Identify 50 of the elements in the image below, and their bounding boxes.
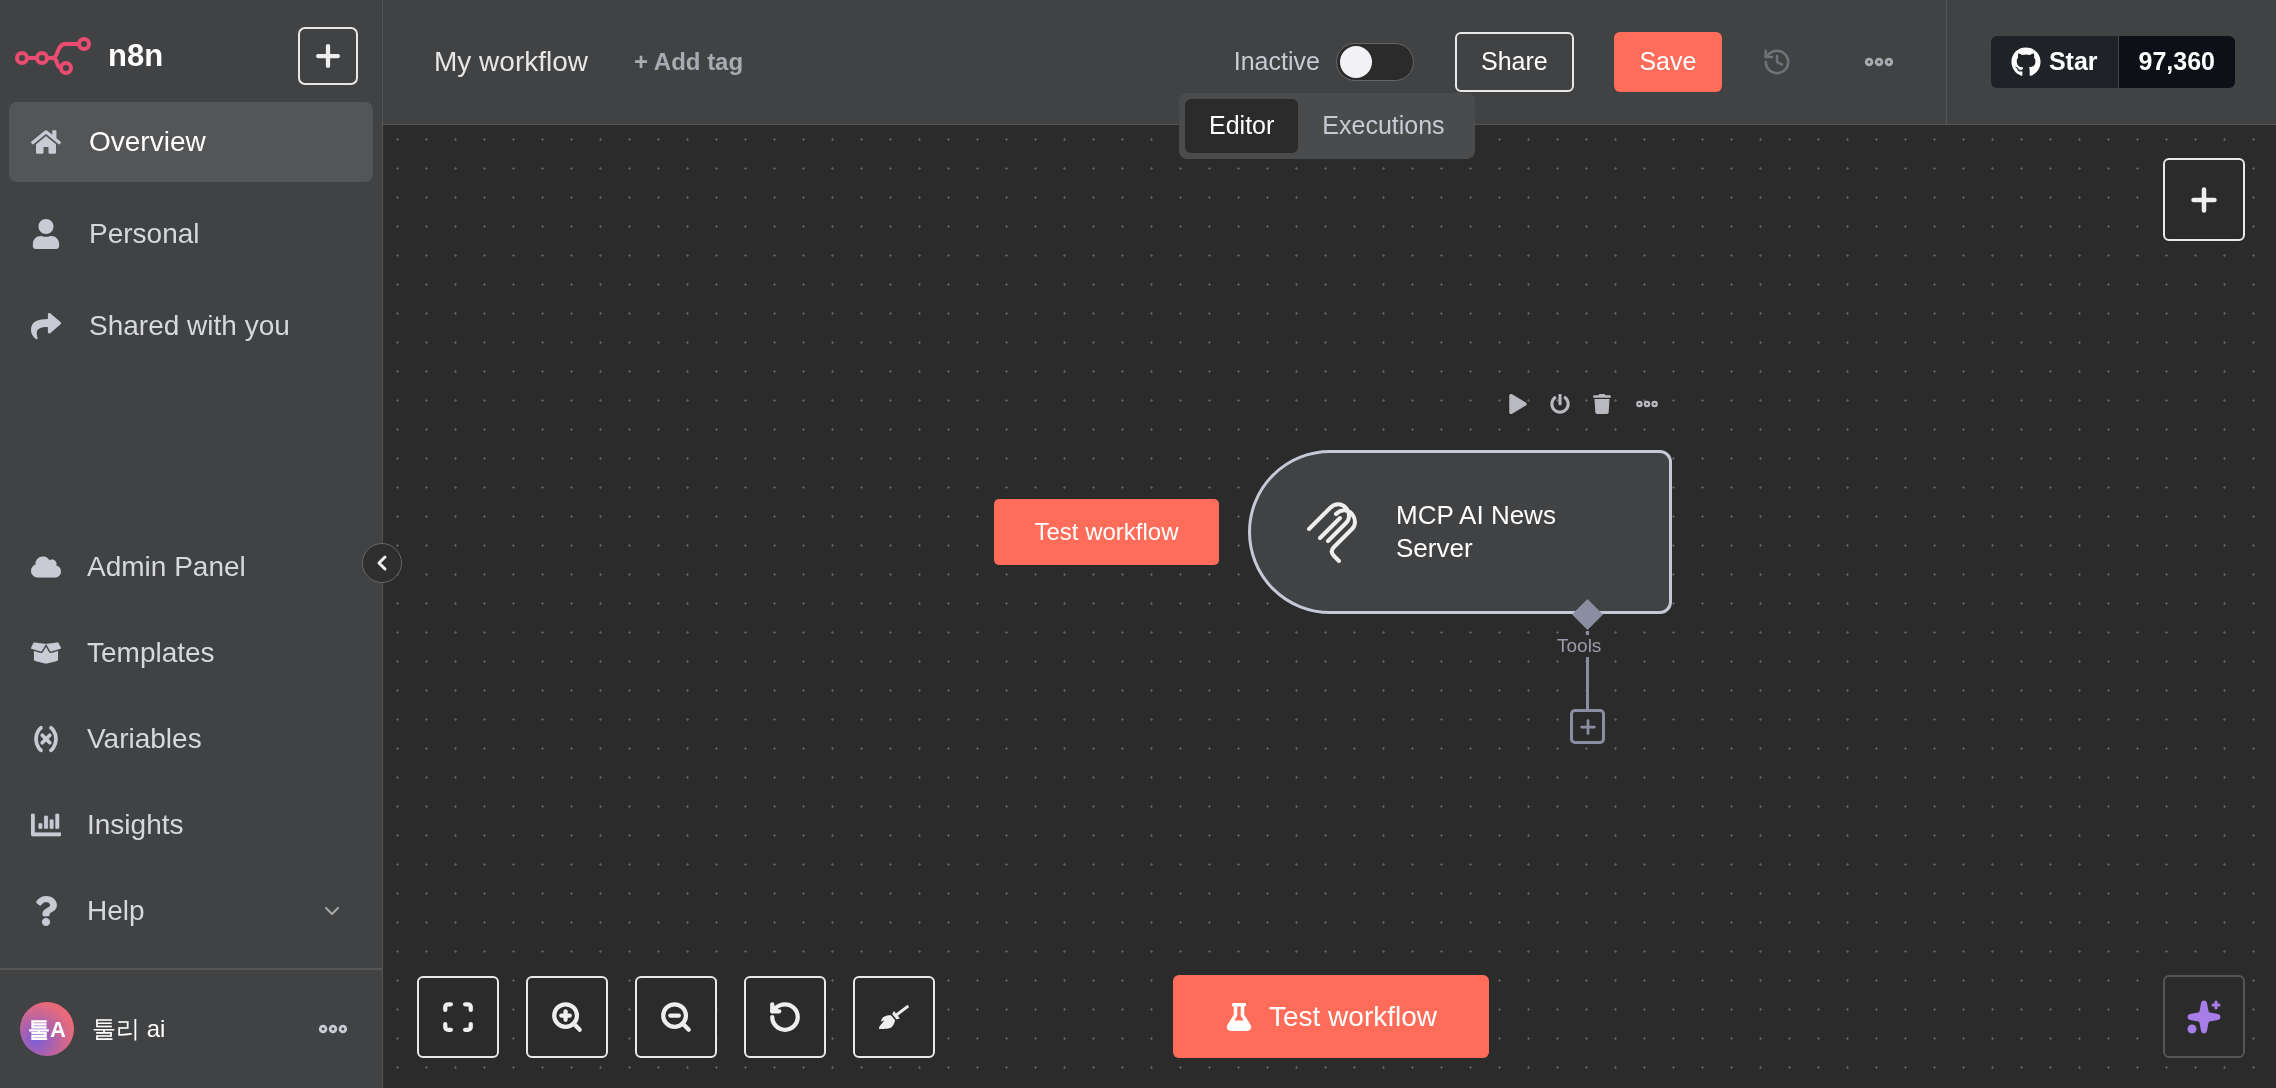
workflow-node[interactable]: MCP AI News Server — [1248, 450, 1672, 614]
power-icon[interactable] — [1550, 394, 1570, 414]
active-label: Inactive — [1233, 46, 1320, 78]
bar-chart-icon — [31, 810, 61, 840]
play-icon[interactable] — [1508, 394, 1528, 414]
add-tool-button[interactable] — [1570, 709, 1605, 744]
variable-icon — [31, 724, 61, 754]
sidebar-item[interactable]: Personal — [9, 194, 373, 274]
sidebar-item[interactable]: Admin Panel — [9, 524, 352, 610]
sidebar-item[interactable]: Help — [9, 868, 352, 954]
github-star-button[interactable]: Star — [1990, 36, 2119, 88]
sidebar-item[interactable]: Overview — [9, 102, 373, 182]
active-toggle[interactable] — [1335, 43, 1414, 81]
undo-arrow-icon — [768, 999, 802, 1034]
zoom-in-button[interactable] — [526, 975, 608, 1058]
app-logo-text: n8n — [108, 36, 164, 75]
share-button[interactable]: Share — [1454, 32, 1574, 92]
sidebar-item[interactable]: Insights — [9, 782, 352, 868]
star-count[interactable]: 97,360 — [2118, 36, 2235, 88]
sidebar-item[interactable]: Shared with you — [9, 286, 373, 366]
user-avatar: 툴A — [20, 1002, 74, 1056]
flask-icon — [1224, 1002, 1253, 1031]
node-title: MCP AI News Server — [1396, 499, 1557, 565]
ai-assistant-button[interactable] — [2163, 975, 2245, 1058]
connector-label: Tools — [1555, 635, 1604, 657]
reset-zoom-button[interactable] — [744, 975, 826, 1058]
fit-view-button[interactable] — [417, 975, 499, 1058]
fullscreen-icon — [441, 999, 475, 1034]
github-icon — [2010, 47, 2041, 77]
sidebar-item[interactable]: Variables — [9, 696, 352, 782]
view-tab[interactable]: Editor — [1185, 99, 1299, 153]
zoom-out-button[interactable] — [635, 975, 717, 1058]
sparkle-icon — [2186, 998, 2222, 1035]
person-icon — [31, 219, 61, 249]
tidy-up-button[interactable] — [853, 975, 935, 1058]
user-name: 툴리 ai — [92, 1014, 167, 1044]
share-arrow-icon — [31, 311, 61, 341]
zoom-out-icon — [659, 999, 693, 1034]
delete-icon[interactable] — [1592, 394, 1612, 414]
add-tag-link[interactable]: + Add tag — [634, 44, 744, 80]
workflow-title[interactable]: My workflow — [434, 41, 588, 83]
view-tab[interactable]: Executions — [1298, 99, 1469, 153]
create-button[interactable] — [298, 27, 358, 85]
sidebar-item[interactable]: Templates — [9, 610, 352, 696]
output-connector[interactable] — [1572, 599, 1603, 630]
zoom-in-icon — [550, 999, 584, 1034]
collapse-button[interactable] — [362, 543, 402, 583]
canvas-add-button[interactable] — [2163, 158, 2245, 241]
home-icon — [31, 127, 61, 157]
logo-icon — [14, 36, 94, 76]
